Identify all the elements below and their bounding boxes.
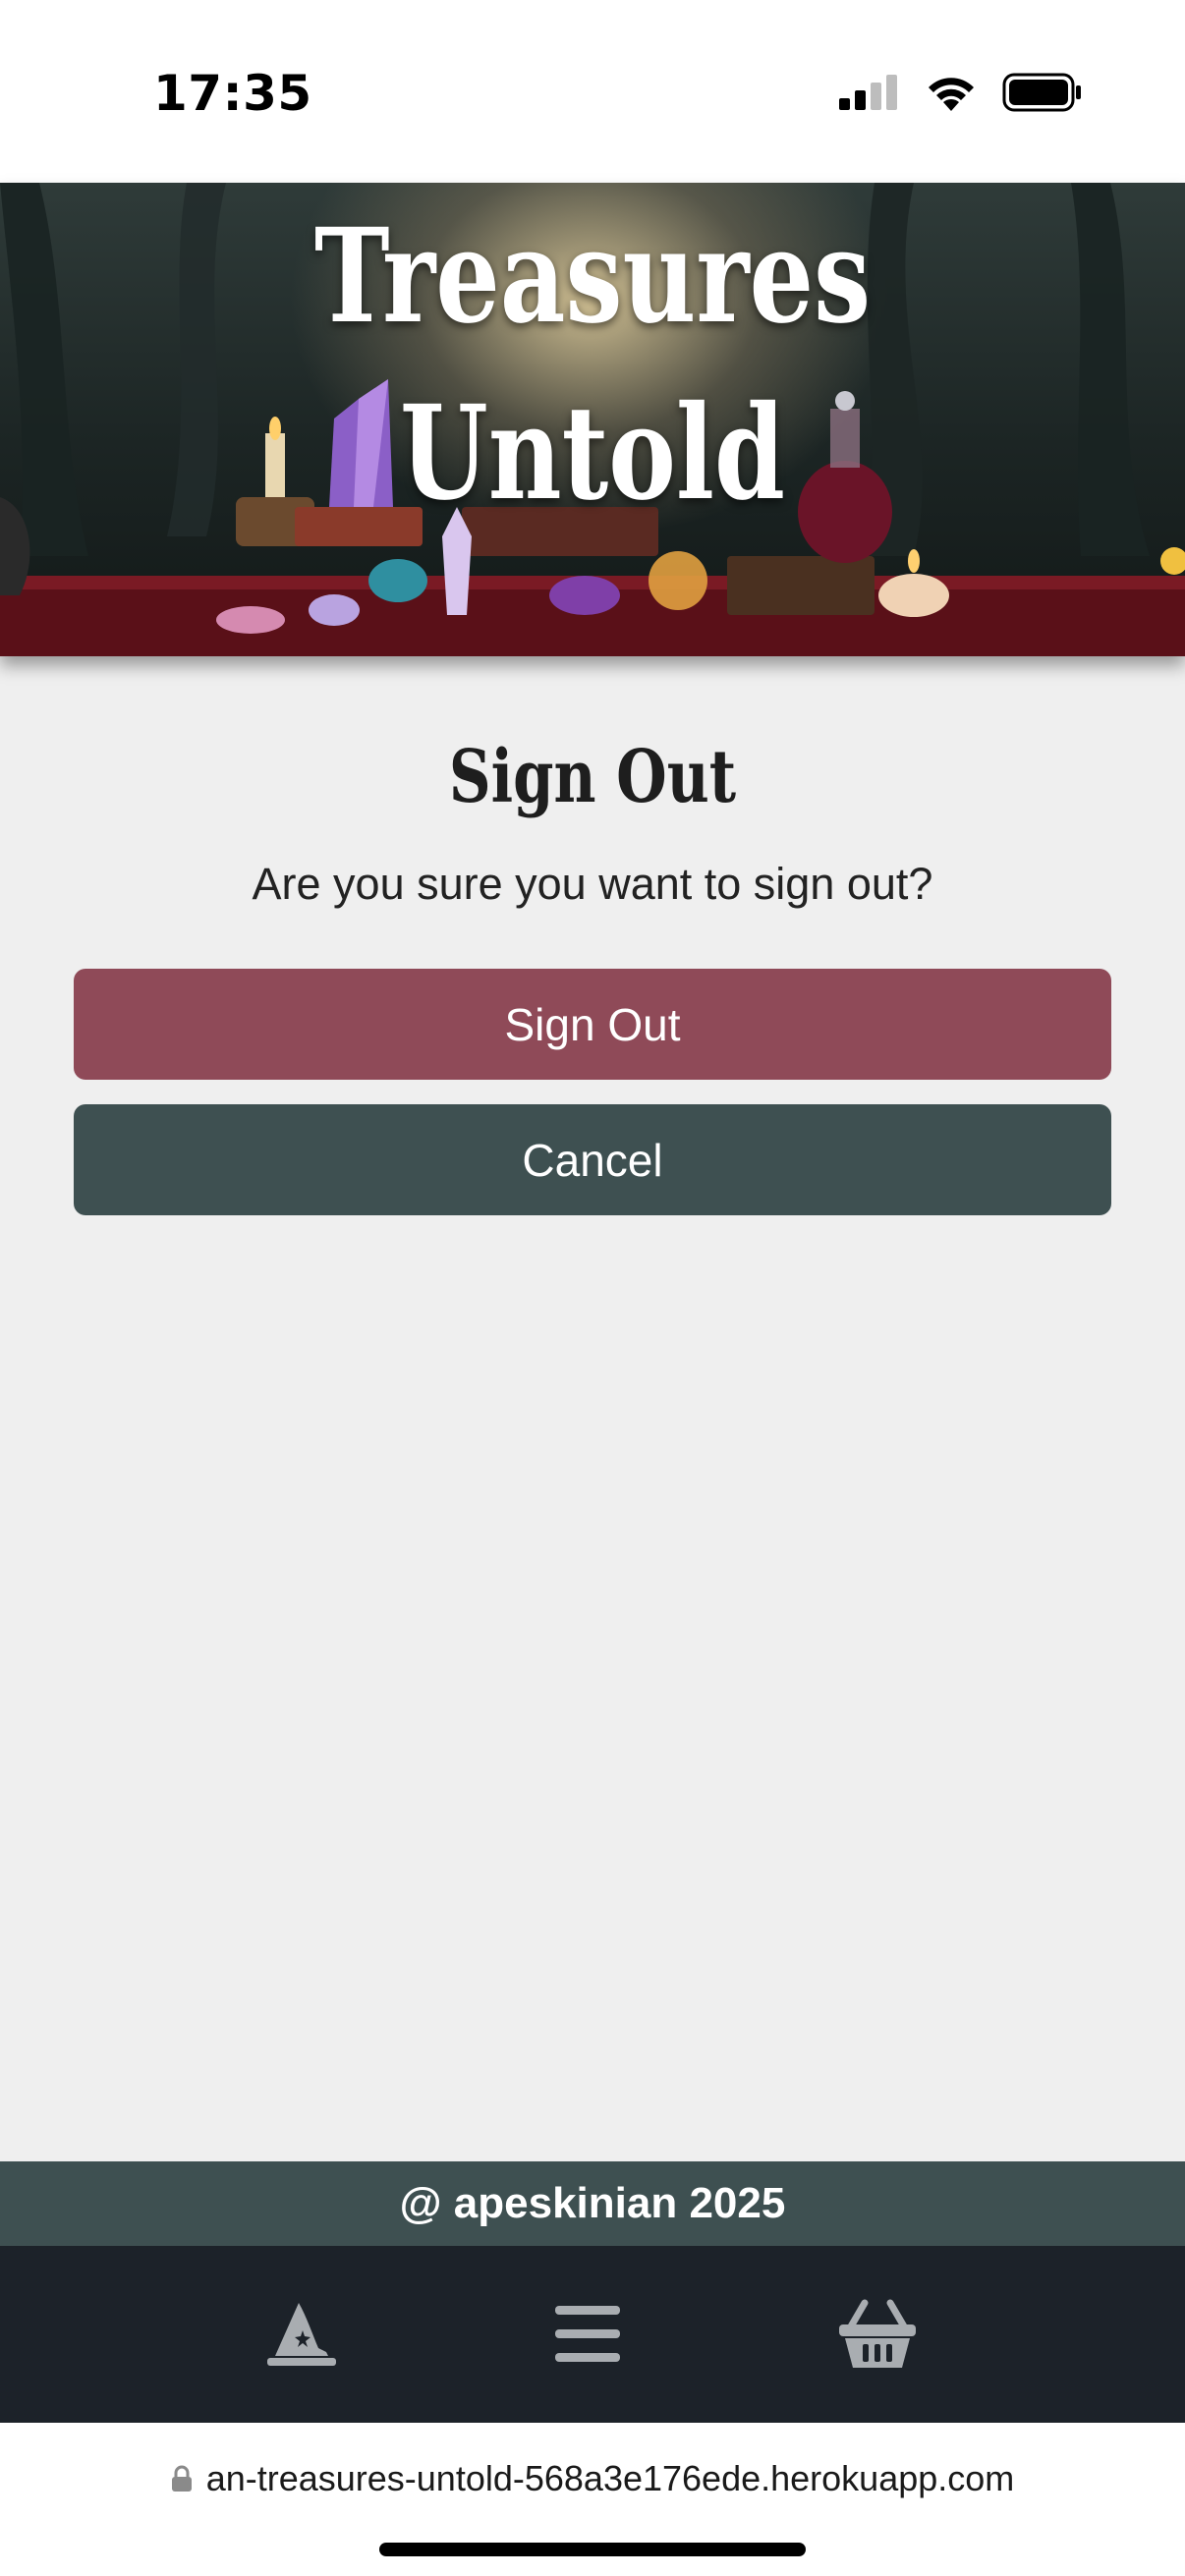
nav-account-button[interactable] [257,2289,346,2378]
nav-basket-button[interactable] [833,2289,922,2378]
battery-icon [1002,73,1081,112]
menu-icon [555,2306,620,2362]
hero-banner: Treasures Untold [0,183,1185,656]
cellular-signal-icon [839,75,897,110]
browser-url-bar[interactable]: an-treasures-untold-568a3e176ede.herokua… [0,2423,1185,2576]
wizard-hat-icon [267,2303,336,2366]
bottom-nav [0,2246,1185,2423]
sign-out-button[interactable]: Sign Out [74,969,1111,1080]
status-time: 17:35 [153,65,312,122]
signout-prompt: Are you sure you want to sign out? [252,859,933,909]
cancel-button[interactable]: Cancel [74,1104,1111,1215]
page-title: Sign Out [448,735,737,819]
footer: @ apeskinian 2025 [0,2161,1185,2246]
status-bar: 17:35 [0,0,1185,183]
url-row[interactable]: an-treasures-untold-568a3e176ede.herokua… [0,2458,1185,2499]
url-text[interactable]: an-treasures-untold-568a3e176ede.herokua… [206,2458,1015,2499]
nav-menu-button[interactable] [543,2289,632,2378]
hero-title-line1: Treasures [313,200,872,353]
status-icons [839,73,1083,112]
home-indicator[interactable] [379,2543,806,2556]
wifi-icon [929,78,974,111]
hero-title-line2: Untold [400,377,785,530]
lock-icon [171,2465,192,2492]
basket-icon [839,2299,916,2368]
